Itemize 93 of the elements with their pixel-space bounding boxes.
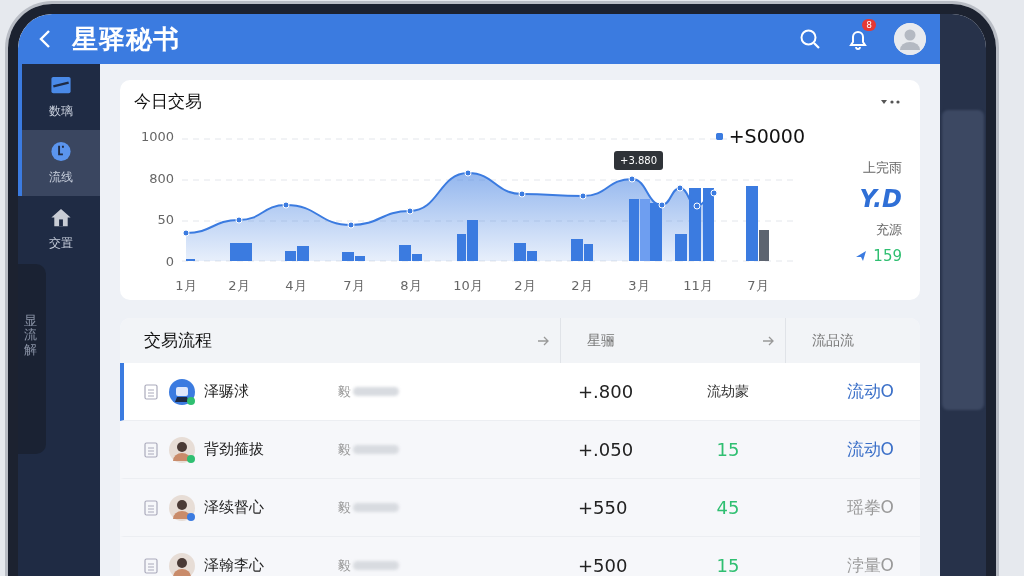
axis-label: 4月 [285, 277, 307, 295]
data-point [658, 201, 666, 209]
stat-label: 充源 [876, 221, 902, 239]
robot-avatar-icon [169, 378, 195, 405]
side-tab-label: 显流解 [23, 314, 37, 357]
status-text: 瑶拳O [845, 496, 895, 519]
status-text: 浡量O [845, 554, 895, 576]
axis-label: 1000 [140, 129, 174, 144]
house-icon [49, 206, 73, 229]
data-point [518, 190, 526, 198]
contact-name: 背劲箍拔 [204, 440, 265, 459]
table-row[interactable]: 背劲箍拔 毅 +.050 15 流动O [120, 421, 920, 479]
table-cell-text: 15 [715, 439, 741, 460]
data-point [282, 201, 290, 209]
chart-bar [584, 244, 593, 261]
chart-bar [650, 203, 662, 261]
table-title: 交易流程 [144, 329, 213, 352]
axis-label: 0 [165, 253, 174, 269]
axis-label: 7月 [747, 277, 769, 295]
chart-bar [640, 199, 650, 261]
document-icon [144, 383, 158, 400]
sidebar-label: 交置 [49, 235, 73, 252]
document-icon [144, 441, 158, 458]
data-point [406, 207, 414, 215]
axis-label: 10月 [453, 277, 483, 295]
axis-label: 800 [149, 170, 174, 186]
contact-name: 泽骣浗 [204, 382, 250, 401]
legend-label: +S0000 [728, 125, 805, 147]
chart-bar [230, 243, 252, 261]
table-row[interactable]: 泽续督心 毅 +550 45 瑶拳O [120, 479, 920, 537]
amount-text: +550 [578, 497, 629, 518]
axis-label: 3月 [628, 277, 650, 295]
data-point [464, 169, 472, 177]
search-icon[interactable] [798, 27, 822, 51]
blurred-text [353, 445, 399, 454]
amount-text: +.050 [578, 439, 635, 460]
person-avatar-icon [169, 436, 195, 463]
data-point [676, 184, 684, 192]
axis-label: 7月 [343, 277, 365, 295]
document-icon [144, 499, 158, 516]
stat-value: Y.D [859, 185, 902, 213]
data-point [579, 192, 587, 200]
status-text: 流动O [845, 438, 895, 461]
contact-name: 泽续督心 [204, 498, 265, 517]
data-point [347, 221, 355, 229]
blurred-text [353, 387, 399, 396]
person-avatar-icon [169, 552, 195, 576]
table-row[interactable]: 泽骣浗 毅 +.800 流劫蒙 流动O [120, 363, 920, 421]
sidebar-item[interactable]: 流线 [18, 130, 100, 196]
person-avatar-icon [169, 494, 195, 521]
axis-label: 8月 [400, 277, 422, 295]
detail-text: 毅 [338, 556, 351, 575]
data-point [710, 189, 718, 197]
chart-bar [629, 199, 639, 261]
data-point [235, 216, 243, 224]
data-point [182, 229, 190, 237]
legend-dot-icon [715, 132, 723, 140]
side-tab[interactable]: 显流解 [18, 264, 46, 454]
axis-label: 1月 [175, 277, 197, 295]
table-cell-text: 流劫蒙 [706, 382, 750, 401]
amount-text: +.800 [578, 381, 635, 402]
chart-tooltip: +3.880 [614, 151, 663, 170]
contact-name: 泽翰李心 [204, 556, 265, 575]
app-title: 星驿秘书 [72, 22, 181, 56]
table-cell-text: 45 [715, 497, 741, 518]
stat-label: 上完雨 [863, 159, 902, 177]
blurred-text [353, 503, 399, 512]
sidebar-label: 数璃 [49, 103, 73, 120]
detail-text: 毅 [338, 440, 351, 459]
blurred-text [353, 561, 399, 570]
axis-label: 11月 [683, 277, 713, 295]
chart-bar [571, 239, 583, 261]
data-point [628, 175, 636, 183]
clock-icon [49, 140, 73, 163]
axis-label: 2月 [514, 277, 536, 295]
axis-label: 2月 [228, 277, 250, 295]
axis-label: 2月 [571, 277, 593, 295]
card-title: 今日交易 [134, 90, 202, 113]
amount-text: +500 [578, 555, 629, 576]
table-cell-text: 15 [715, 555, 741, 576]
detail-text: 毅 [338, 382, 351, 401]
status-text: 流动O [845, 380, 895, 403]
document-icon [144, 557, 158, 574]
detail-text: 毅 [338, 498, 351, 517]
data-point [693, 202, 701, 210]
arrow-icon [855, 250, 868, 262]
notification-badge: 8 [862, 19, 876, 31]
chart-bar [675, 234, 687, 261]
user-avatar-icon[interactable] [894, 23, 926, 55]
axis-label: 50 [157, 212, 174, 228]
stat-value: 159 [873, 247, 902, 265]
table-row[interactable]: 泽翰李心 毅 +500 15 浡量O [120, 537, 920, 576]
sidebar-label: 流线 [49, 169, 73, 186]
